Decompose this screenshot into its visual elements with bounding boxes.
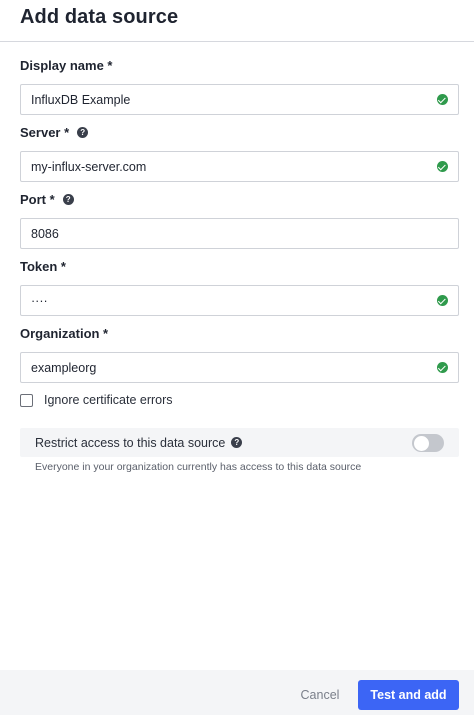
question-circle-icon[interactable]: ? — [231, 437, 243, 448]
token-label: Token * — [20, 258, 66, 274]
token-value: ···· — [31, 293, 48, 308]
ignore-cert-row: Ignore certificate errors — [20, 393, 173, 407]
organization-field: Organization * exampleorg — [20, 324, 459, 383]
dialog-header: Add data source — [0, 0, 474, 42]
port-label-row: Port * ? — [20, 190, 459, 208]
dialog-title: Add data source — [20, 6, 179, 28]
display-name-value: InfluxDB Example — [31, 92, 131, 107]
server-label-row: Server * ? — [20, 123, 459, 141]
server-value: my-influx-server.com — [31, 159, 147, 174]
dialog-footer: Cancel Test and add — [0, 670, 474, 715]
display-name-input[interactable]: InfluxDB Example — [20, 84, 459, 115]
port-input[interactable]: 8086 — [20, 218, 459, 249]
port-value: 8086 — [31, 226, 59, 241]
ignore-cert-checkbox[interactable] — [20, 393, 33, 407]
token-input[interactable]: ···· — [20, 285, 459, 316]
question-circle-icon[interactable]: ? — [62, 193, 74, 205]
server-field: Server * ? my-influx-server.com — [20, 123, 459, 182]
organization-value: exampleorg — [31, 360, 97, 375]
display-name-field: Display name * InfluxDB Example — [20, 56, 459, 115]
check-circle-icon — [437, 161, 448, 172]
server-label: Server * — [20, 124, 70, 140]
organization-label-row: Organization * — [20, 324, 459, 342]
server-input[interactable]: my-influx-server.com — [20, 151, 459, 182]
restrict-access-row: Restrict access to this data source ? — [20, 428, 459, 457]
port-label: Port * — [20, 191, 55, 207]
check-circle-icon — [437, 295, 448, 306]
token-field: Token * ···· — [20, 257, 459, 316]
question-circle-icon[interactable]: ? — [77, 126, 89, 138]
port-field: Port * ? 8086 — [20, 190, 459, 249]
organization-input[interactable]: exampleorg — [20, 352, 459, 383]
display-name-label-row: Display name * — [20, 56, 459, 74]
organization-label: Organization * — [20, 325, 109, 341]
cancel-button[interactable]: Cancel — [290, 680, 350, 710]
display-name-label: Display name * — [20, 57, 113, 73]
restrict-access-label: Restrict access to this data source — [35, 435, 226, 450]
token-label-row: Token * — [20, 257, 459, 275]
restrict-access-help-text: Everyone in your organization currently … — [35, 461, 362, 473]
test-and-add-button[interactable]: Test and add — [358, 680, 459, 710]
check-circle-icon — [437, 94, 448, 105]
ignore-cert-label[interactable]: Ignore certificate errors — [44, 393, 173, 407]
toggle-knob — [413, 435, 429, 451]
restrict-access-toggle[interactable] — [412, 434, 444, 452]
check-circle-icon — [437, 362, 448, 373]
